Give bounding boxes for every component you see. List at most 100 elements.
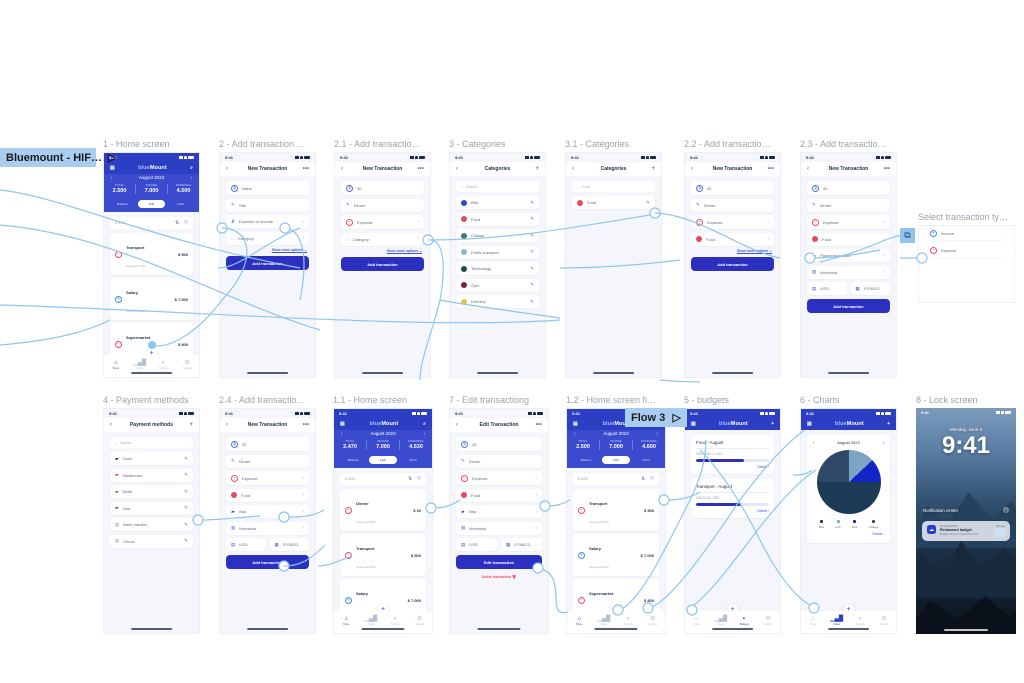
- option-expense[interactable]: − Expense: [925, 243, 1008, 258]
- close-icon[interactable]: ✕: [1003, 507, 1009, 514]
- tab-chart[interactable]: Chart: [167, 200, 194, 208]
- edit-icon[interactable]: ✎: [530, 233, 534, 239]
- field-value[interactable]: $30: [807, 181, 890, 195]
- copy-icon[interactable]: ⧉: [900, 228, 915, 243]
- field-category[interactable]: ◌ Category ›: [226, 231, 309, 245]
- field-title[interactable]: ✎ Dinner: [456, 454, 542, 468]
- tab-list[interactable]: List: [369, 456, 397, 464]
- frame-add-22[interactable]: 2.2 - Add transactio… 9:41 ‹ New Transac…: [684, 139, 781, 378]
- next-month-icon[interactable]: ›: [883, 440, 884, 445]
- budget-card[interactable]: Food - August USA $ 800 / 1.200 Details …: [691, 435, 774, 474]
- month-selector[interactable]: ‹ August 2023 ›: [104, 174, 199, 181]
- frame-edit-7[interactable]: 7 - Edit transactiong 9:41 ‹ Edit Transa…: [449, 395, 549, 634]
- search-input[interactable]: ⌕ Food: [572, 181, 655, 192]
- field-value[interactable]: $30: [691, 181, 774, 195]
- table-row[interactable]: + Salary August 2nd 2023 $ 7.000: [573, 534, 659, 576]
- nav-settings[interactable]: ⚙ Settings: [179, 360, 196, 370]
- list-item[interactable]: ▰ Mastercard ✎: [110, 468, 193, 482]
- field-type[interactable]: − Expense ›: [807, 215, 890, 229]
- nav-charts[interactable]: ▁▄█ Charts: [712, 616, 729, 626]
- view-tabs[interactable]: Balance List Chart: [104, 198, 199, 212]
- frame-add-21[interactable]: 2.1 - Add transactio… 9:41 ‹ New Transac…: [334, 139, 431, 378]
- edit-icon[interactable]: ✎: [530, 266, 534, 272]
- list-item[interactable]: Gym ✎: [456, 278, 539, 292]
- filter-icon[interactable]: ▽: [650, 476, 654, 482]
- tab-list[interactable]: List: [138, 200, 165, 208]
- table-row[interactable]: − Transport August 2nd 2023 $ 500: [573, 489, 659, 531]
- edit-icon[interactable]: ✎: [530, 200, 534, 206]
- flow-label-bluemount[interactable]: Bluemount - HIF… ▷: [0, 148, 116, 167]
- search-icon[interactable]: ⌕: [423, 421, 426, 427]
- sort-icon[interactable]: ⇅: [408, 476, 412, 482]
- frame-home-11[interactable]: 1.1 - Home screen 9:41 ▤ blueMount ⌕ ‹ A…: [333, 395, 433, 634]
- list-item[interactable]: Technology ✎: [456, 262, 539, 275]
- next-month-icon[interactable]: ›: [424, 431, 426, 436]
- budget-details-link[interactable]: Details ›: [696, 509, 769, 513]
- frame-charts-6[interactable]: 6 - Charts 9:41 ▤ blueMount + ‹ August 2…: [800, 395, 897, 634]
- list-item[interactable]: Public transport ✎: [456, 245, 539, 259]
- edit-icon[interactable]: ✎: [184, 472, 188, 478]
- menu-icon[interactable]: ▤: [691, 421, 696, 427]
- list-item[interactable]: ▰ Visa ✎: [110, 501, 193, 515]
- frame-select-transaction-type[interactable]: Select transaction ty… + Income − Expense: [918, 212, 1015, 303]
- tab-chart[interactable]: Chart: [632, 456, 660, 464]
- frame-add-2[interactable]: 2 - Add transaction … 9:41 ‹ New Transac…: [219, 139, 316, 378]
- more-icon[interactable]: •••: [534, 422, 542, 428]
- field-title[interactable]: ✎ Dinner: [691, 198, 774, 212]
- nav-charts[interactable]: ▁▄█ Charts: [362, 616, 380, 626]
- add-method-button[interactable]: +: [185, 422, 193, 428]
- sort-icon[interactable]: ⇅: [175, 220, 179, 226]
- field-payment-method[interactable]: ▰ Visa ›: [456, 505, 542, 518]
- back-icon[interactable]: ‹: [691, 166, 699, 172]
- frame-categories-3[interactable]: 3 - Categories 9:41 ‹ Categories + ⌕ Sear…: [449, 139, 546, 378]
- show-more-options-link[interactable]: Show more options ⌄: [343, 249, 422, 253]
- notification-card[interactable]: ☁ BLUEMOUNT Restaurant budget Budget abo…: [922, 521, 1010, 541]
- add-category-button[interactable]: +: [531, 166, 539, 172]
- back-icon[interactable]: ‹: [807, 166, 815, 172]
- frame-home-1[interactable]: 1 - Home screen 9:41 ▤ blueMount ⌕ ‹ Aug…: [103, 139, 200, 378]
- back-icon[interactable]: ‹: [341, 166, 349, 172]
- flow-label-flow3[interactable]: Flow 3 ▷: [625, 408, 687, 427]
- search-icon[interactable]: ⌕: [190, 165, 193, 171]
- edit-icon[interactable]: ✎: [184, 489, 188, 495]
- play-icon[interactable]: ▷: [108, 151, 116, 164]
- edit-transaction-button[interactable]: Edit transaction: [456, 555, 542, 569]
- nav-budgets[interactable]: ◐ Budgets: [619, 616, 637, 626]
- back-icon[interactable]: ‹: [456, 166, 464, 172]
- nav-charts[interactable]: ▁▄█ Charts: [131, 360, 148, 370]
- add-transaction-button[interactable]: Add transaction: [807, 299, 890, 313]
- field-category[interactable]: ◌ Category ›: [341, 232, 424, 246]
- nav-home[interactable]: ⌂ Home: [337, 616, 355, 626]
- frame-categories-31[interactable]: 3.1 - Categories 9:41 ‹ Categories + ⌕ Fo…: [565, 139, 662, 378]
- search-input[interactable]: ⌕ Search: [456, 181, 539, 192]
- edit-icon[interactable]: ✎: [184, 538, 188, 544]
- list-item[interactable]: ▰ Cash ✎: [110, 452, 193, 465]
- more-icon[interactable]: •••: [766, 166, 774, 172]
- field-notebook[interactable]: ▥ Notebook ›: [807, 265, 890, 279]
- next-month-icon[interactable]: ›: [657, 431, 659, 436]
- list-item[interactable]: Delivery ✎: [456, 295, 539, 308]
- edit-icon[interactable]: ✎: [184, 456, 188, 462]
- option-income[interactable]: + Income: [925, 226, 1008, 240]
- field-type[interactable]: − Expense ›: [691, 215, 774, 229]
- frame-home-12[interactable]: 1.2 - Home screen fi… 9:41 ▤ blueMount ⌕…: [566, 395, 666, 634]
- menu-icon[interactable]: ▤: [573, 421, 578, 427]
- field-type[interactable]: − Expense ›: [456, 471, 542, 485]
- tab-list[interactable]: List: [602, 456, 630, 464]
- more-icon[interactable]: •••: [882, 166, 890, 172]
- field-notebook[interactable]: ▥ Notebook ›: [226, 521, 309, 535]
- delete-transaction-link[interactable]: Delete transaction 🗑: [456, 575, 542, 579]
- filter-icon[interactable]: ▽: [417, 476, 421, 482]
- budget-card[interactable]: Transport - August USA $ 340 / 550 Detai…: [691, 479, 774, 518]
- list-item[interactable]: Bills ✎: [456, 196, 539, 209]
- table-row[interactable]: + Salary August 2nd 2023 $ 7.000: [110, 278, 193, 320]
- prev-month-icon[interactable]: ‹: [813, 440, 814, 445]
- menu-icon[interactable]: ▤: [807, 421, 812, 427]
- frame-budgets-5[interactable]: 5 - budgets 9:41 ▤ blueMount + Food - Au…: [684, 395, 781, 634]
- edit-icon[interactable]: ✎: [530, 216, 534, 222]
- more-icon[interactable]: •••: [416, 166, 424, 172]
- prev-month-icon[interactable]: ‹: [341, 431, 343, 436]
- filter-icon[interactable]: ▽: [184, 220, 188, 226]
- edit-icon[interactable]: ✎: [646, 200, 650, 206]
- tab-chart[interactable]: Chart: [399, 456, 427, 464]
